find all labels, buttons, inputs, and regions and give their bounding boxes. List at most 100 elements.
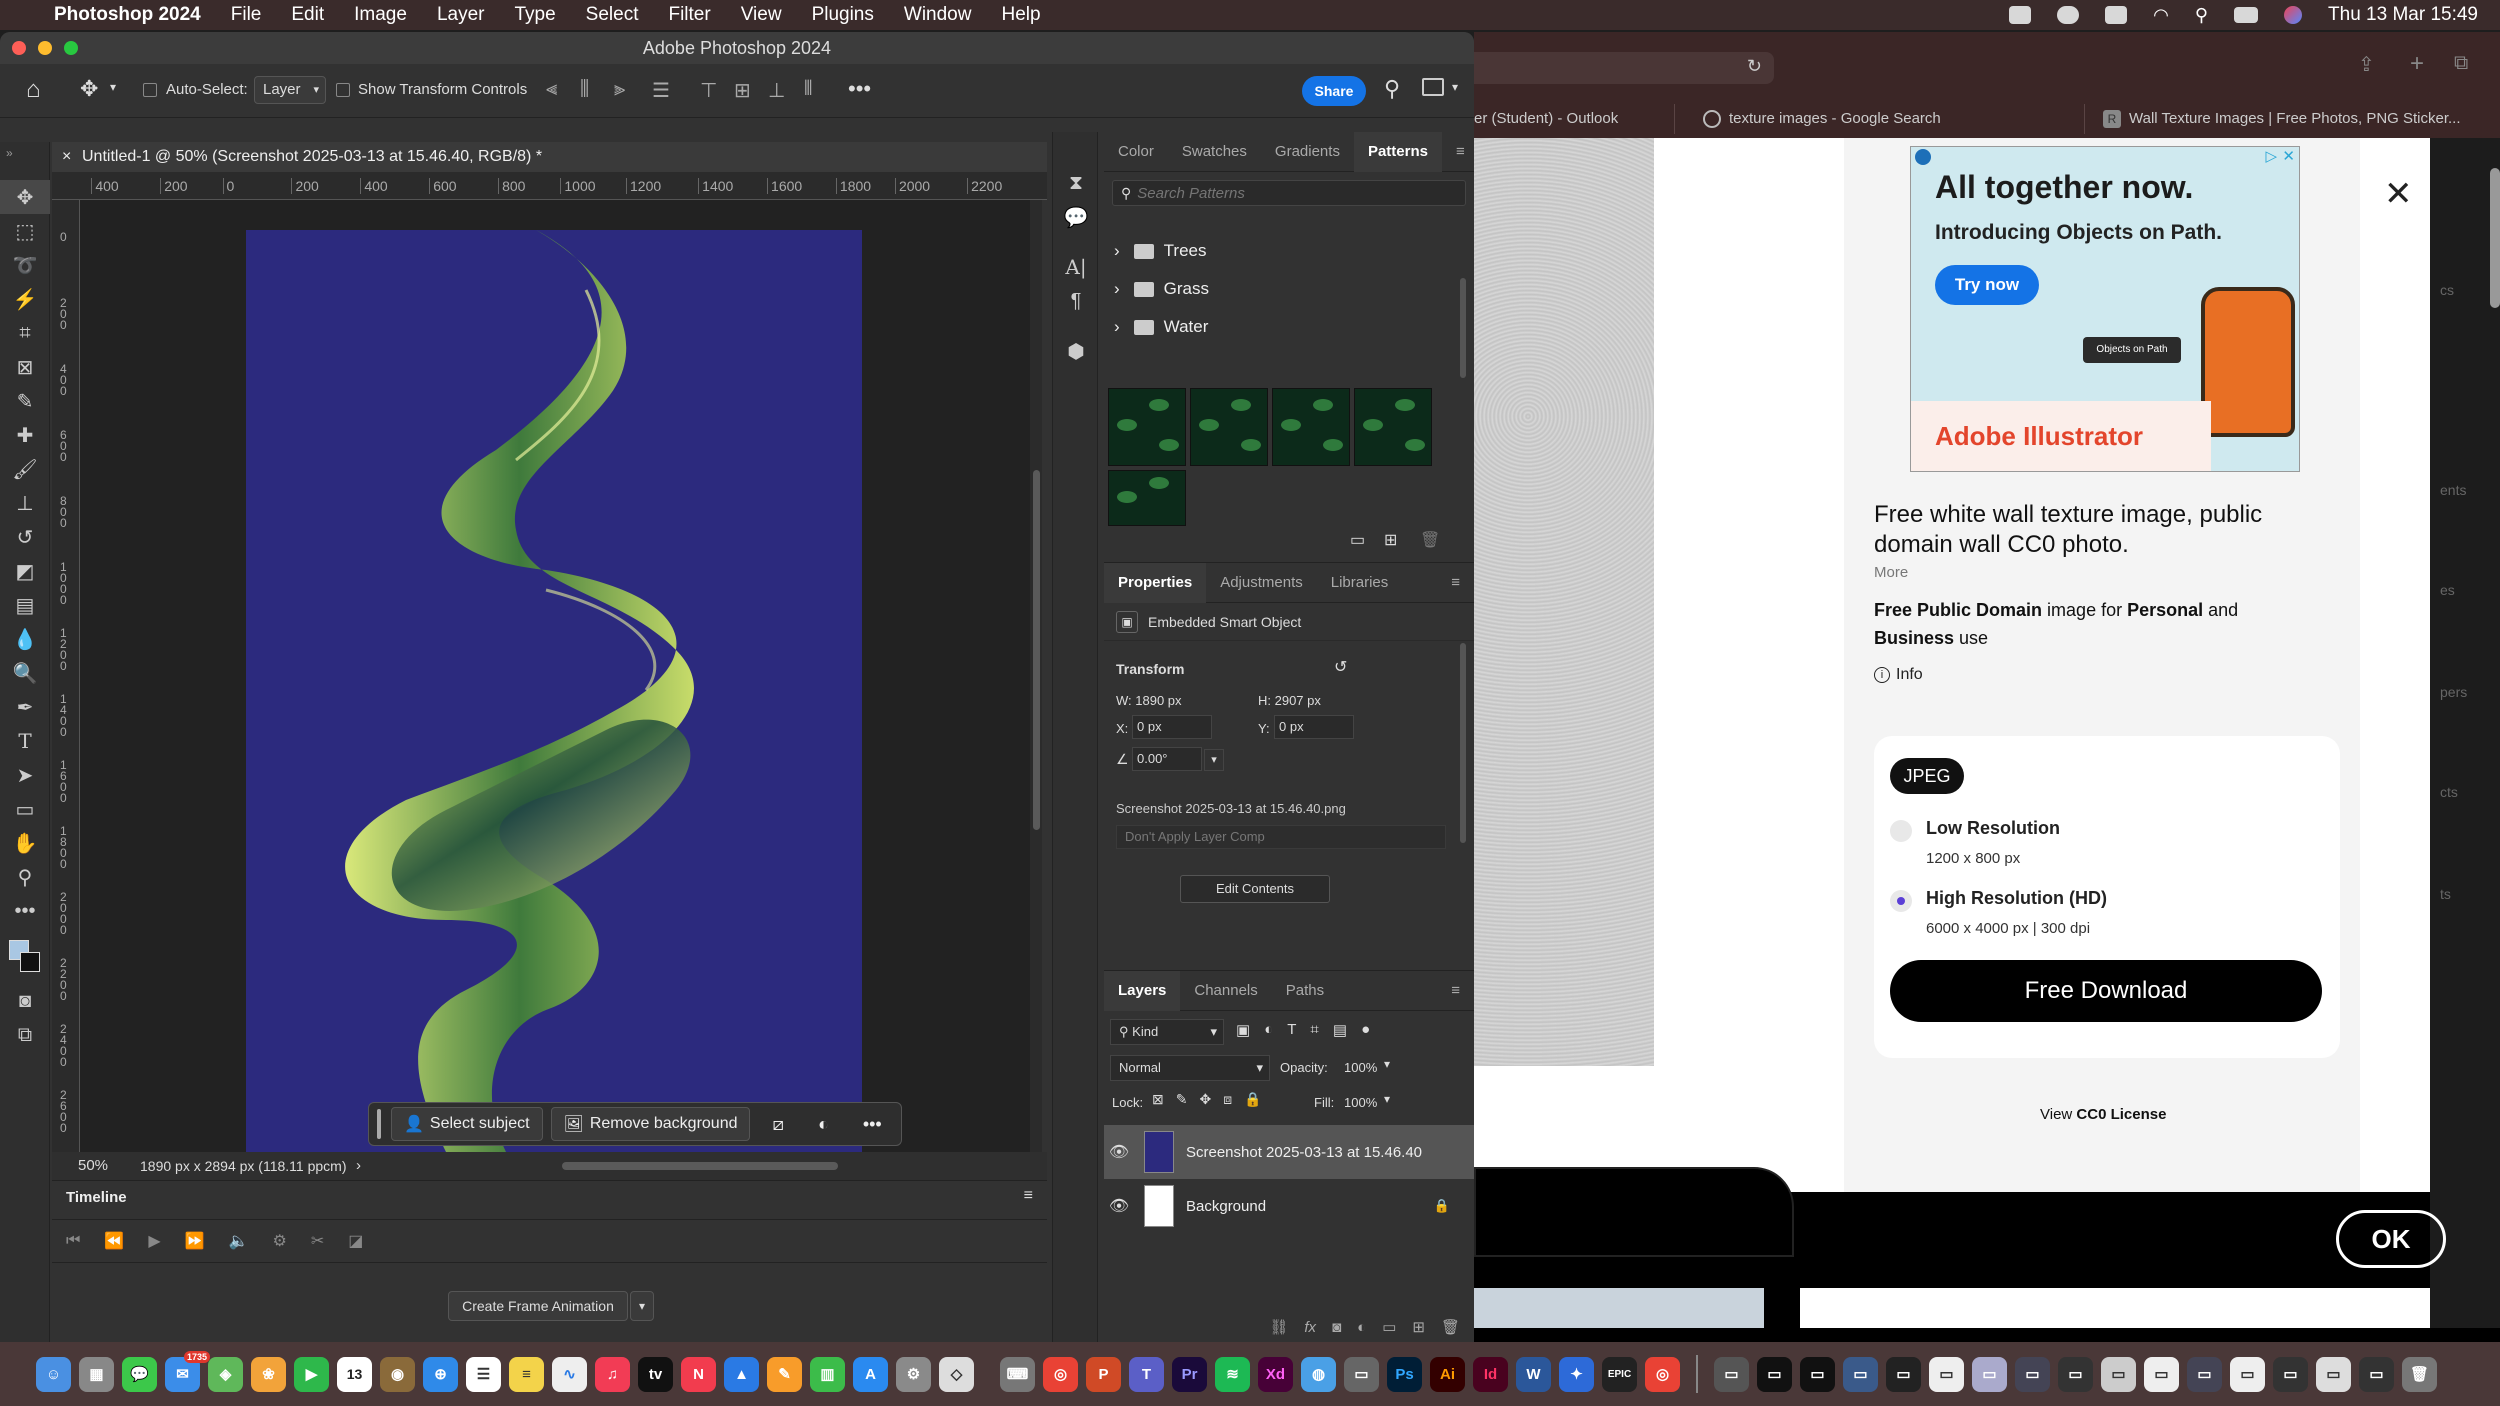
more-link[interactable]: More (1874, 564, 1908, 581)
eraser-tool-icon[interactable]: ◩ (0, 554, 50, 588)
audio-icon[interactable]: 🔈 (229, 1231, 249, 1251)
ad-try-now-button[interactable]: Try now (1935, 265, 2039, 305)
tab-overview-icon[interactable]: ⧉ (2454, 52, 2468, 75)
next-frame-icon[interactable]: ⏩ (185, 1231, 205, 1251)
layer-row-screenshot[interactable]: 👁 Screenshot 2025-03-13 at 15.46.40 (1104, 1125, 1474, 1179)
menu-file[interactable]: File (231, 4, 262, 26)
pattern-swatch[interactable] (1354, 388, 1432, 466)
patterns-search-input[interactable] (1137, 184, 1438, 202)
adchoices-icon[interactable]: ▷ (2265, 147, 2277, 165)
edit-toolbar-icon[interactable]: ••• (0, 894, 50, 928)
background-color-swatch[interactable] (20, 952, 40, 972)
crop-tool-icon[interactable]: ⌗ (0, 316, 50, 350)
canvas-area[interactable]: 👤 Select subject 🖼 Remove background ⧄ ◐… (80, 200, 1042, 1152)
character-icon[interactable]: A| (1053, 250, 1099, 284)
recent-window-icon[interactable]: ▭ (2316, 1356, 2351, 1392)
ad-banner[interactable]: ▷ ✕ All together now. Introducing Object… (1910, 146, 2300, 472)
type-tool-icon[interactable]: T (0, 724, 50, 758)
recent-window-icon[interactable]: ▭ (2144, 1356, 2179, 1392)
vertical-scrollbar[interactable] (1030, 200, 1042, 1152)
spotlight-search-icon[interactable]: ⚲ (2195, 5, 2208, 26)
panel-menu-icon[interactable]: ≡ (1442, 132, 1474, 172)
transition-icon[interactable]: ◪ (348, 1231, 363, 1251)
width-value[interactable]: W: 1890 px (1116, 693, 1182, 708)
path-selection-icon[interactable]: ➤ (0, 758, 50, 792)
page-scrollbar-thumb[interactable] (2490, 168, 2500, 308)
preview-icon[interactable]: ◇ (939, 1356, 974, 1392)
tab-layers[interactable]: Layers (1104, 970, 1181, 1011)
tab-paths[interactable]: Paths (1272, 971, 1338, 1011)
browser-tab-google[interactable]: texture images - Google Search (1674, 104, 1974, 134)
info-link[interactable]: i Info (1874, 666, 1923, 684)
align-middle-icon[interactable]: ⊞ (734, 78, 751, 103)
photoshop-icon[interactable]: Ps (1387, 1356, 1422, 1392)
free-download-button[interactable]: Free Download (1890, 960, 2322, 1022)
recent-window-icon[interactable]: ▭ (2187, 1356, 2222, 1392)
safari-icon[interactable]: ⊕ (423, 1356, 458, 1392)
delete-icon[interactable]: 🗑 (1441, 1318, 1460, 1336)
auto-select-target-dropdown[interactable]: Layer ▾ (254, 76, 326, 104)
pattern-folder-trees[interactable]: › Trees (1104, 232, 1474, 270)
dodge-tool-icon[interactable]: 🔍 (0, 656, 50, 690)
more-options-icon[interactable]: ••• (848, 76, 871, 102)
fx-icon[interactable]: fx (1304, 1319, 1316, 1336)
smart-object-filter-icon[interactable]: ▤ (1333, 1021, 1347, 1039)
adjustment-layer-icon[interactable]: ◐ (1357, 1319, 1366, 1336)
hand-tool-icon[interactable]: ✋ (0, 826, 50, 860)
panel-menu-icon[interactable]: ≡ (1437, 971, 1474, 1011)
pattern-folder-grass[interactable]: › Grass (1104, 270, 1474, 308)
menu-app-name[interactable]: Photoshop 2024 (54, 4, 201, 26)
x-field[interactable]: 0 px (1132, 715, 1212, 739)
adobe-status-icon[interactable] (2105, 6, 2128, 24)
menu-plugins[interactable]: Plugins (812, 4, 874, 26)
recent-window-icon[interactable]: ▭ (1972, 1356, 2007, 1392)
keyboard-viewer-icon[interactable]: ⌨ (1000, 1356, 1035, 1392)
control-center-icon[interactable] (2234, 7, 2259, 23)
new-group-folder-icon[interactable]: ▭ (1382, 1318, 1396, 1336)
align-bottom-icon[interactable]: ⊥ (768, 78, 785, 103)
spotify-icon[interactable]: ≋ (1215, 1356, 1250, 1392)
marquee-tool-icon[interactable]: ⬚ (0, 214, 50, 248)
minimize-window-button[interactable] (38, 41, 52, 55)
link-layers-icon[interactable]: ⛓ (1269, 1318, 1288, 1336)
tab-patterns[interactable]: Patterns (1353, 131, 1442, 172)
recent-window-icon[interactable]: ▭ (1843, 1356, 1878, 1392)
lock-position-icon[interactable]: ✥ (1199, 1091, 1211, 1108)
clock[interactable]: Thu 13 Mar 15:49 (2328, 4, 2478, 26)
visibility-eye-icon[interactable]: 👁 (1104, 1196, 1134, 1216)
patterns-search-field[interactable]: ⚲ (1112, 180, 1466, 206)
distribute-vertical-icon[interactable]: ⫴ (804, 78, 812, 101)
close-modal-icon[interactable]: ✕ (2384, 174, 2413, 214)
menu-help[interactable]: Help (1001, 4, 1040, 26)
adjustment-filter-icon[interactable]: ◐ (1264, 1021, 1273, 1039)
pattern-swatch[interactable] (1108, 388, 1186, 466)
collapse-toolbox-icon[interactable]: » (0, 142, 49, 180)
new-group-folder-icon[interactable]: ▭ (1350, 530, 1365, 550)
magic-wand-icon[interactable]: ⚡ (0, 282, 50, 316)
blur-tool-icon[interactable]: 💧 (0, 622, 50, 656)
menu-type[interactable]: Type (514, 4, 555, 26)
layer-name[interactable]: Screenshot 2025-03-13 at 15.46.40 (1186, 1144, 1422, 1161)
keynote-icon[interactable]: ▲ (724, 1356, 759, 1392)
ok-button[interactable]: OK (2336, 1210, 2446, 1268)
news-icon[interactable]: N (681, 1356, 716, 1392)
type-filter-icon[interactable]: T (1287, 1021, 1296, 1039)
menu-edit[interactable]: Edit (291, 4, 324, 26)
delete-icon[interactable]: 🗑 (1420, 530, 1440, 550)
animation-type-dropdown[interactable]: ▾ (630, 1291, 654, 1321)
lock-all-icon[interactable]: 🔒 (1244, 1091, 1261, 1108)
adjustment-icon[interactable]: ◐ (818, 1114, 829, 1135)
height-value[interactable]: H: 2907 px (1258, 693, 1321, 708)
document-tab[interactable]: × Untitled-1 @ 50% (Screenshot 2025-03-1… (52, 142, 1047, 172)
edit-contents-button[interactable]: Edit Contents (1180, 875, 1330, 903)
timeline-title[interactable]: Timeline (66, 1189, 127, 1206)
layer-comp-dropdown[interactable]: Don't Apply Layer Comp (1116, 825, 1446, 849)
teams-icon[interactable]: T (1129, 1356, 1164, 1392)
chevron-down-icon[interactable]: ▾ (1204, 749, 1224, 771)
go-to-first-frame-icon[interactable]: ⏮ (66, 1232, 80, 1250)
pattern-swatch[interactable] (1108, 470, 1186, 526)
wall-texture-preview[interactable] (1474, 138, 1654, 1066)
photos-icon[interactable]: ❀ (251, 1356, 286, 1392)
blend-mode-dropdown[interactable]: Normal ▾ (1110, 1055, 1270, 1081)
creative-cloud-icon[interactable] (2009, 6, 2032, 24)
